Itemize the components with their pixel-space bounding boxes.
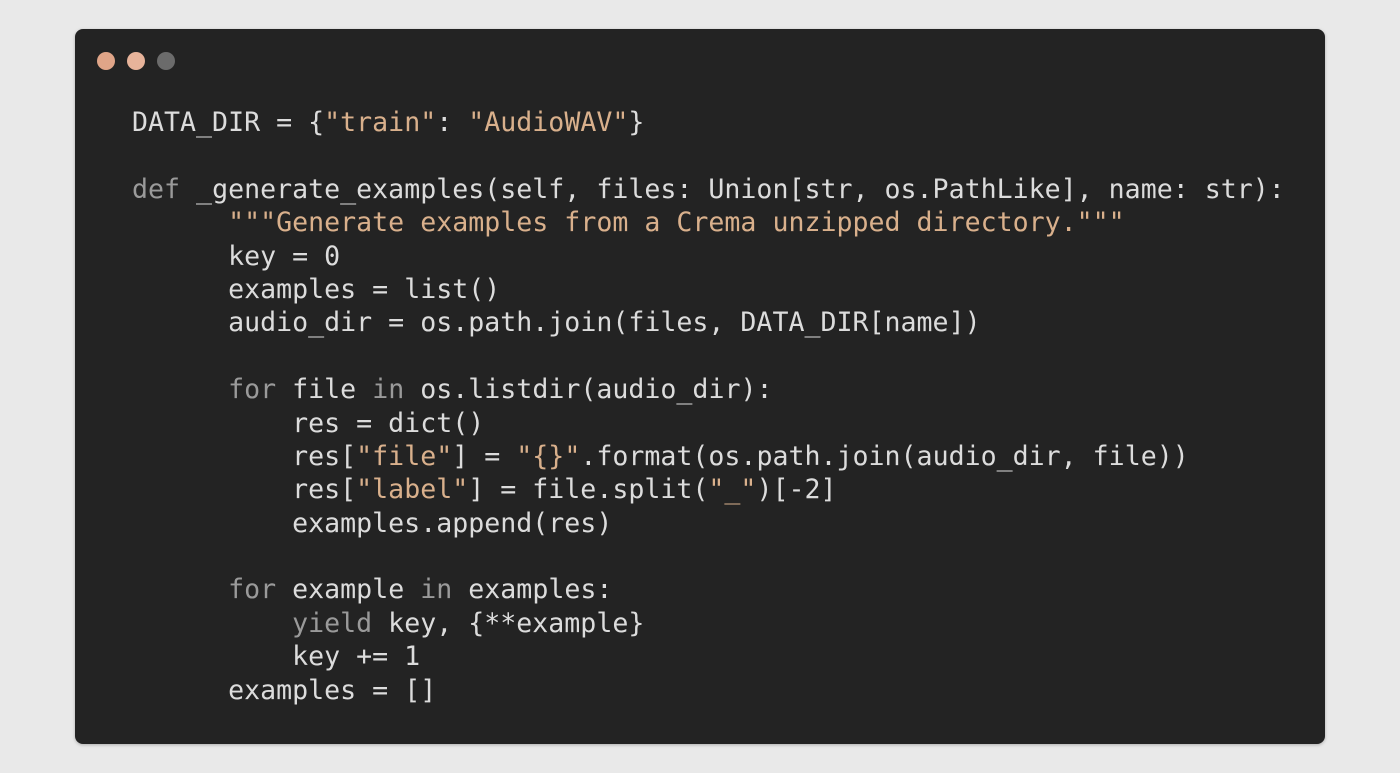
code-text: key, {**example} bbox=[372, 607, 645, 639]
code-string: "{}" bbox=[516, 440, 581, 472]
code-text: key = 0 bbox=[228, 240, 341, 272]
code-line: key = 0 bbox=[132, 240, 1285, 273]
code-string: "AudioWAV" bbox=[468, 107, 629, 138]
code-line: key += 1 bbox=[132, 640, 1285, 673]
code-text: example bbox=[276, 574, 421, 606]
code-text: ] = bbox=[452, 440, 517, 472]
code-text: .format(os.path.join(audio_dir, file)) bbox=[580, 440, 1189, 472]
code-text: res[ bbox=[292, 440, 357, 472]
code-string: """Generate examples from a Crema unzipp… bbox=[228, 207, 1125, 239]
code-string: "file" bbox=[356, 440, 453, 472]
code-string: "label" bbox=[356, 474, 469, 506]
minimize-dot[interactable] bbox=[127, 52, 145, 70]
code-line: def _generate_examples(self, files: Unio… bbox=[132, 173, 1285, 206]
code-line: for file in os.listdir(audio_dir): bbox=[132, 373, 1285, 406]
code-text: examples: bbox=[452, 574, 613, 606]
code-text: res = dict() bbox=[292, 407, 485, 439]
code-block: DATA_DIR = {"train": "AudioWAV"} def _gen… bbox=[132, 106, 1285, 707]
code-text: audio_dir = os.path.join(files, DATA_DIR… bbox=[228, 307, 981, 339]
code-line: res = dict() bbox=[132, 407, 1285, 440]
code-text: : bbox=[436, 107, 469, 138]
code-line: examples.append(res) bbox=[132, 507, 1285, 540]
code-line: res["label"] = file.split("_")[-2] bbox=[132, 473, 1285, 506]
code-text: file bbox=[276, 374, 373, 406]
code-text: res[ bbox=[292, 474, 357, 506]
close-dot[interactable] bbox=[97, 52, 115, 70]
code-keyword: in bbox=[420, 574, 453, 606]
code-keyword: in bbox=[372, 374, 405, 406]
code-text: examples = list() bbox=[228, 273, 501, 305]
code-string: "_" bbox=[708, 474, 757, 506]
code-text: )[-2] bbox=[756, 474, 837, 506]
code-text: DATA_DIR = { bbox=[132, 107, 325, 138]
code-window: DATA_DIR = {"train": "AudioWAV"} def _gen… bbox=[75, 29, 1325, 744]
code-line: DATA_DIR = {"train": "AudioWAV"} bbox=[132, 106, 1285, 139]
zoom-dot[interactable] bbox=[157, 52, 175, 70]
code-line: yield key, {**example} bbox=[132, 607, 1285, 640]
code-text: ] = file.split( bbox=[468, 474, 709, 506]
code-text: examples = [] bbox=[228, 674, 437, 706]
code-line: for example in examples: bbox=[132, 573, 1285, 606]
code-line: res["file"] = "{}".format(os.path.join(a… bbox=[132, 440, 1285, 473]
code-keyword: yield bbox=[292, 607, 373, 639]
code-line: """Generate examples from a Crema unzipp… bbox=[132, 206, 1285, 239]
code-line: audio_dir = os.path.join(files, DATA_DIR… bbox=[132, 306, 1285, 339]
code-keyword: def bbox=[132, 173, 181, 205]
code-text: _generate_examples(self, files: Union[st… bbox=[180, 173, 1285, 205]
code-line: examples = [] bbox=[132, 674, 1285, 707]
code-string: "train" bbox=[324, 107, 437, 138]
code-text: } bbox=[628, 107, 645, 138]
code-text: os.listdir(audio_dir): bbox=[404, 374, 773, 406]
code-text: key += 1 bbox=[292, 641, 421, 673]
code-text: examples.append(res) bbox=[292, 507, 613, 539]
code-keyword: for bbox=[228, 374, 277, 406]
code-keyword: for bbox=[228, 574, 277, 606]
code-line: examples = list() bbox=[132, 273, 1285, 306]
